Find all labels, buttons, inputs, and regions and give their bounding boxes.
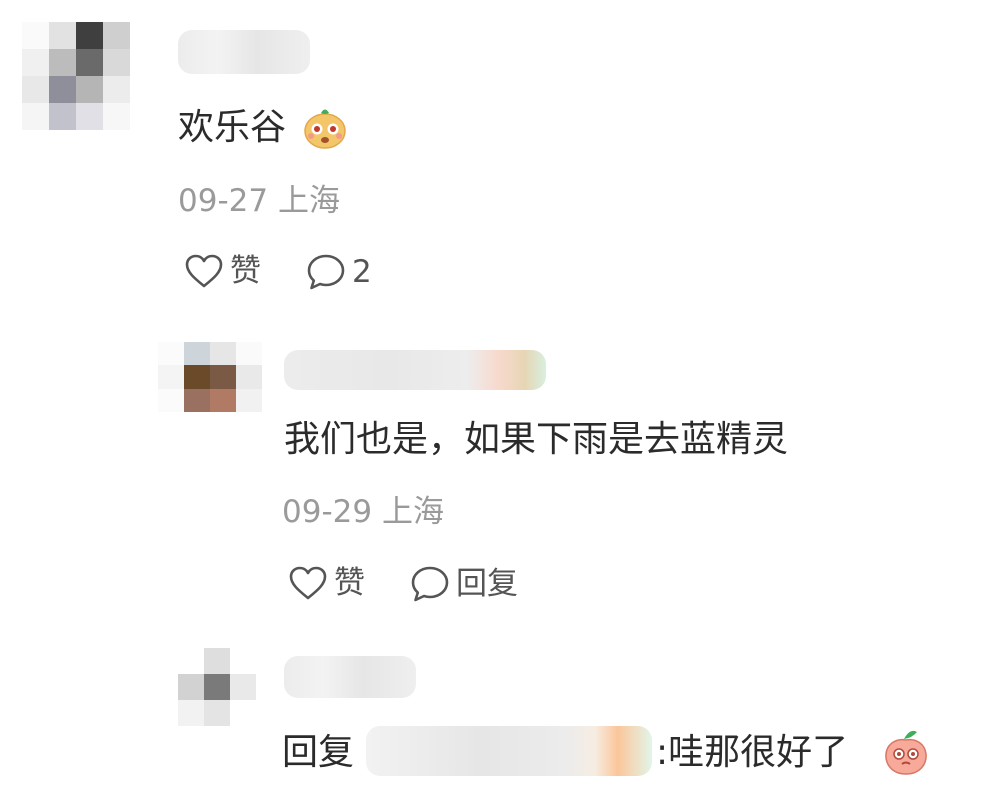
comment-location: 上海 bbox=[277, 183, 340, 219]
like-label: 赞 bbox=[334, 564, 365, 601]
face-emoji-icon bbox=[304, 109, 346, 149]
comment-body: 欢乐谷 bbox=[178, 107, 287, 148]
reply-location: 上海 bbox=[381, 494, 444, 530]
reply-text: 我们也是，如果下雨是去蓝精灵 bbox=[284, 422, 788, 458]
like-button[interactable]: 赞 bbox=[184, 253, 261, 289]
reply-count-button[interactable]: 2 bbox=[306, 253, 372, 291]
reply-text-continued: :哇那很好了 bbox=[656, 735, 848, 771]
comment-text: 欢乐谷 bbox=[178, 110, 286, 146]
reply-body: 哇那很好了 bbox=[668, 732, 849, 773]
comment-meta: 09-27 上海 bbox=[178, 186, 340, 217]
username[interactable] bbox=[284, 656, 416, 698]
speech-bubble-icon bbox=[411, 566, 449, 602]
heart-outline-icon bbox=[289, 566, 327, 600]
comment-date: 09-27 bbox=[178, 183, 269, 219]
speech-bubble-icon bbox=[307, 254, 345, 290]
username[interactable] bbox=[178, 30, 310, 74]
like-button[interactable]: 赞 bbox=[288, 565, 365, 601]
reply-text: 回复 bbox=[282, 735, 354, 771]
like-label: 赞 bbox=[230, 252, 261, 289]
avatar[interactable] bbox=[178, 648, 256, 726]
reply-prefix: 回复 bbox=[282, 732, 355, 773]
avatar[interactable] bbox=[158, 342, 262, 412]
reply-body: 我们也是，如果下雨是去蓝精灵 bbox=[284, 419, 789, 460]
avatar[interactable] bbox=[22, 22, 130, 130]
reply-separator: : bbox=[656, 732, 669, 773]
peach-emoji-icon bbox=[885, 730, 927, 775]
mentioned-username[interactable] bbox=[366, 726, 652, 776]
reply-button[interactable]: 回复 bbox=[410, 565, 518, 603]
heart-outline-icon bbox=[185, 254, 223, 288]
reply-count: 2 bbox=[352, 253, 372, 290]
reply-date: 09-29 bbox=[282, 494, 373, 530]
reply-label: 回复 bbox=[456, 565, 518, 602]
username[interactable] bbox=[284, 350, 546, 390]
reply-meta: 09-29 上海 bbox=[282, 497, 444, 528]
